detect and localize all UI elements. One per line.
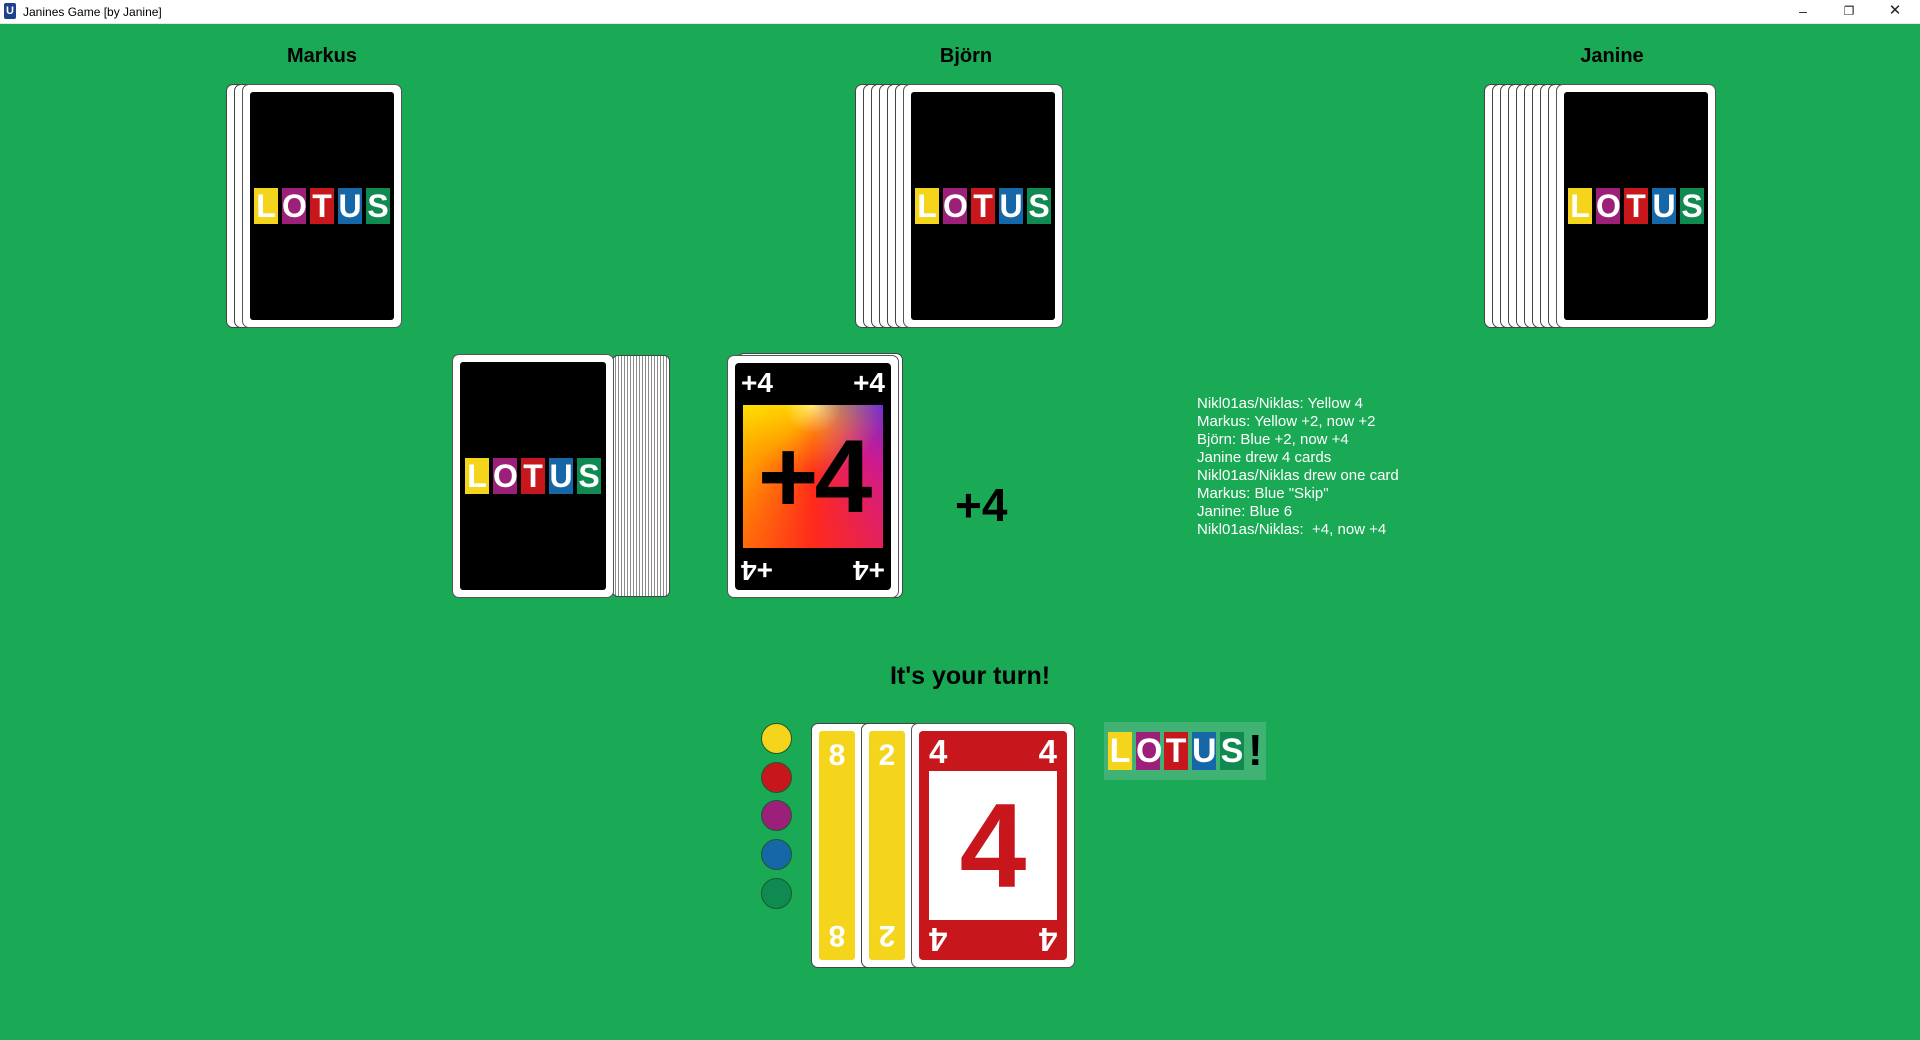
log-entry: Nikl01as/Niklas: +4, now +4	[1197, 521, 1387, 538]
lotus-logo: LOTUS	[915, 188, 1051, 224]
logo-letter-u: U	[338, 188, 362, 224]
exclamation-mark: !	[1248, 726, 1263, 775]
logo-letter-t: T	[1164, 732, 1188, 770]
card-center-value: 4	[959, 778, 1027, 913]
minimize-button[interactable]: –	[1780, 0, 1826, 23]
card-corner-top-left: +4	[741, 367, 773, 398]
lotus-logo: LOTUS	[254, 188, 390, 224]
logo-letter-o: O	[943, 188, 968, 224]
log-entry: Björn: Blue +2, now +4	[1197, 431, 1349, 448]
card-corner-top-right: +4	[853, 367, 885, 398]
penalty-counter: +4	[955, 479, 1008, 531]
logo-letter-s: S	[577, 458, 601, 494]
log-entry: Janine drew 4 cards	[1197, 449, 1332, 466]
log-entry: Janine: Blue 6	[1197, 503, 1293, 520]
logo-letter-o: O	[282, 188, 307, 224]
card-back-face: LOTUS	[911, 92, 1055, 320]
log-entry: Nikl01as/Niklas drew one card	[1197, 467, 1399, 484]
logo-letter-o: O	[493, 458, 518, 494]
log-entry: Nikl01as/Niklas: Yellow 4	[1197, 395, 1363, 412]
logo-letter-l: L	[1568, 188, 1592, 224]
logo-letter-s: S	[1680, 188, 1704, 224]
close-button[interactable]: ✕	[1872, 0, 1918, 23]
logo-letter-l: L	[254, 188, 278, 224]
logo-letter-l: L	[915, 188, 939, 224]
color-choice-purple[interactable]	[761, 800, 792, 831]
log-entry: Markus: Blue "Skip"	[1197, 485, 1329, 502]
card-corner-top-left: 4	[929, 733, 948, 770]
logo-letter-u: U	[999, 188, 1023, 224]
card-corner-bottom-right: 4	[1038, 921, 1057, 958]
card-corner-top-right: 4	[1038, 733, 1057, 770]
red-card-face: 4 4 4 4 4	[919, 731, 1067, 960]
card-value-top: 2	[878, 739, 896, 772]
call-lotus-button[interactable]: L O T U S!	[1104, 722, 1266, 780]
card-back: LOTUS	[242, 84, 402, 328]
color-choice-yellow[interactable]	[761, 723, 792, 754]
logo-letter-s: S	[1027, 188, 1051, 224]
logo-letter-t: T	[310, 188, 334, 224]
color-choice-blue[interactable]	[761, 839, 792, 870]
logo-letter-t: T	[521, 458, 545, 494]
card-center-value: +4	[757, 418, 873, 535]
lotus-logo: LOTUS	[465, 458, 601, 494]
player-name-bjorn: Björn	[939, 45, 993, 67]
yellow-strip: 2 2	[869, 731, 905, 960]
logo-letter-l: L	[1108, 732, 1132, 770]
card-corner-bottom-left: 4	[929, 921, 948, 958]
logo-letter-s: S	[366, 188, 390, 224]
card-corner-bottom-right: +4	[853, 555, 885, 586]
logo-letter-s: S	[1220, 732, 1244, 770]
lotus-logo: LOTUS	[1568, 188, 1704, 224]
player-name-markus: Markus	[286, 45, 358, 67]
log-entry: Markus: Yellow +2, now +2	[1197, 413, 1376, 430]
logo-letter-t: T	[971, 188, 995, 224]
logo-letter-o: O	[1596, 188, 1621, 224]
card-corner-bottom-left: +4	[741, 555, 773, 586]
logo-letter-t: T	[1624, 188, 1648, 224]
window-title: Janines Game [by Janine]	[23, 5, 162, 19]
card-back: LOTUS	[1556, 84, 1716, 328]
player-name-janine: Janine	[1580, 45, 1644, 67]
card-value-bottom: 2	[878, 919, 896, 952]
draw-pile-card[interactable]: LOTUS	[452, 354, 614, 598]
logo-letter-u: U	[1652, 188, 1676, 224]
card-back: LOTUS	[460, 362, 606, 590]
hand-card-red-4[interactable]: 4 4 4 4 4	[911, 723, 1075, 968]
color-choice-red[interactable]	[761, 762, 792, 793]
card-back-face: LOTUS	[250, 92, 394, 320]
maximize-button[interactable]: ❐	[1826, 0, 1872, 23]
card-back-face: LOTUS	[1564, 92, 1708, 320]
card-value-bottom: 8	[828, 919, 846, 952]
logo-letter-u: U	[1192, 732, 1217, 770]
card-center-panel: 4	[929, 771, 1057, 920]
logo-letter-u: U	[549, 458, 573, 494]
logo-letter-l: L	[465, 458, 489, 494]
app-icon: U	[4, 3, 16, 19]
plus4-card-face: +4 +4 +4 +4 +4	[735, 363, 891, 590]
turn-message: It's your turn!	[889, 662, 1051, 690]
yellow-strip: 8 8	[819, 731, 855, 960]
game-log: Nikl01as/Niklas: Yellow 4 Markus: Yellow…	[1197, 395, 1399, 539]
card-value-top: 8	[828, 739, 846, 772]
discard-top-card: +4 +4 +4 +4 +4	[727, 355, 899, 598]
rainbow-square: +4	[743, 405, 883, 548]
color-choice-green[interactable]	[761, 878, 792, 909]
card-back: LOTUS	[903, 84, 1063, 328]
draw-pile-stack[interactable]	[612, 355, 670, 597]
logo-letter-o: O	[1136, 732, 1163, 770]
title-bar: U Janines Game [by Janine] – ❐ ✕	[0, 0, 1920, 24]
